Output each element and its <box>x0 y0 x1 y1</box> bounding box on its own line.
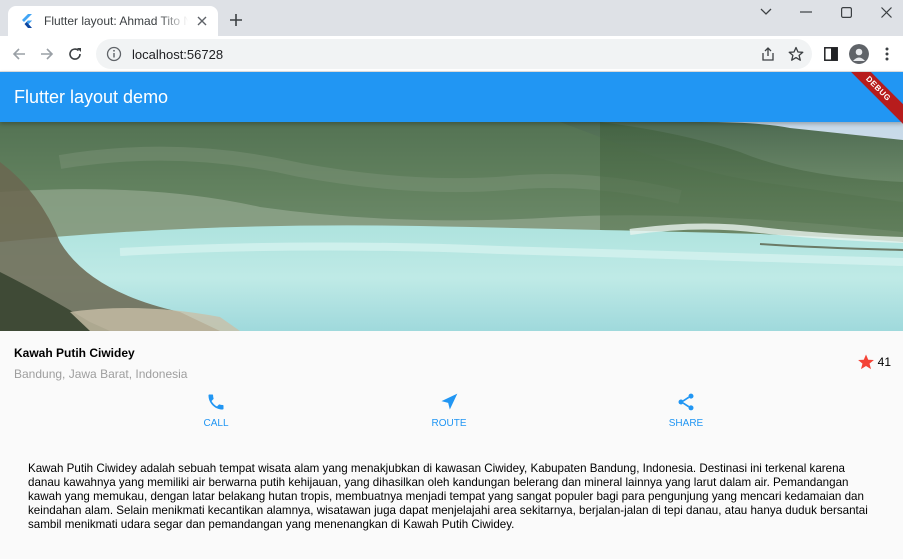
route-button[interactable]: ROUTE <box>409 392 489 429</box>
route-label: ROUTE <box>431 418 467 429</box>
maximize-icon[interactable] <box>826 0 866 24</box>
place-location: Bandung, Jawa Barat, Indonesia <box>14 367 188 381</box>
browser-toolbar: localhost:56728 <box>0 36 903 72</box>
tab-search-icon[interactable] <box>746 0 786 24</box>
tab-title: Flutter layout: Ahmad Tito NH demo <box>44 14 188 28</box>
profile-avatar[interactable] <box>847 42 871 66</box>
debug-banner-wrap: DEBUG <box>843 72 903 132</box>
description-text: Kawah Putih Ciwidey adalah sebuah tempat… <box>28 462 868 531</box>
app-title: Flutter layout demo <box>14 87 169 107</box>
url-text: localhost:56728 <box>132 46 224 62</box>
new-tab-button[interactable] <box>226 10 246 30</box>
back-icon[interactable] <box>7 42 31 66</box>
minimize-icon[interactable] <box>786 0 826 24</box>
debug-banner: DEBUG <box>843 72 903 132</box>
phone-icon <box>208 394 224 410</box>
close-tab-icon[interactable] <box>194 13 210 29</box>
share-label: SHARE <box>668 418 704 429</box>
side-panel-icon[interactable] <box>819 42 843 66</box>
place-name: Kawah Putih Ciwidey <box>14 346 135 360</box>
bookmark-star-icon[interactable] <box>786 44 806 64</box>
browser-tab[interactable]: Flutter layout: Ahmad Tito NH demo <box>8 6 218 36</box>
share-page-icon[interactable] <box>758 44 778 64</box>
close-window-icon[interactable] <box>866 0 903 24</box>
share-button[interactable]: SHARE <box>646 392 726 429</box>
title-section: Kawah Putih Ciwidey Bandung, Jawa Barat,… <box>0 331 903 386</box>
more-menu-icon[interactable] <box>875 42 899 66</box>
flutter-logo-icon <box>22 14 32 28</box>
call-button[interactable]: CALL <box>176 392 256 429</box>
address-bar[interactable]: localhost:56728 <box>96 39 812 69</box>
rating: 41 <box>857 353 891 371</box>
navigation-icon <box>441 393 458 410</box>
forward-icon[interactable] <box>35 42 59 66</box>
call-label: CALL <box>203 418 229 429</box>
tab-strip: Flutter layout: Ahmad Tito NH demo <box>0 0 903 36</box>
share-icon <box>678 393 694 411</box>
rating-count: 41 <box>877 355 891 369</box>
site-info-icon[interactable] <box>106 46 122 62</box>
app-bar: Flutter layout demo <box>0 72 903 122</box>
star-icon <box>857 354 874 370</box>
button-section: CALL ROUTE SHARE <box>0 392 903 442</box>
hero-image <box>0 122 903 331</box>
reload-icon[interactable] <box>63 42 87 66</box>
